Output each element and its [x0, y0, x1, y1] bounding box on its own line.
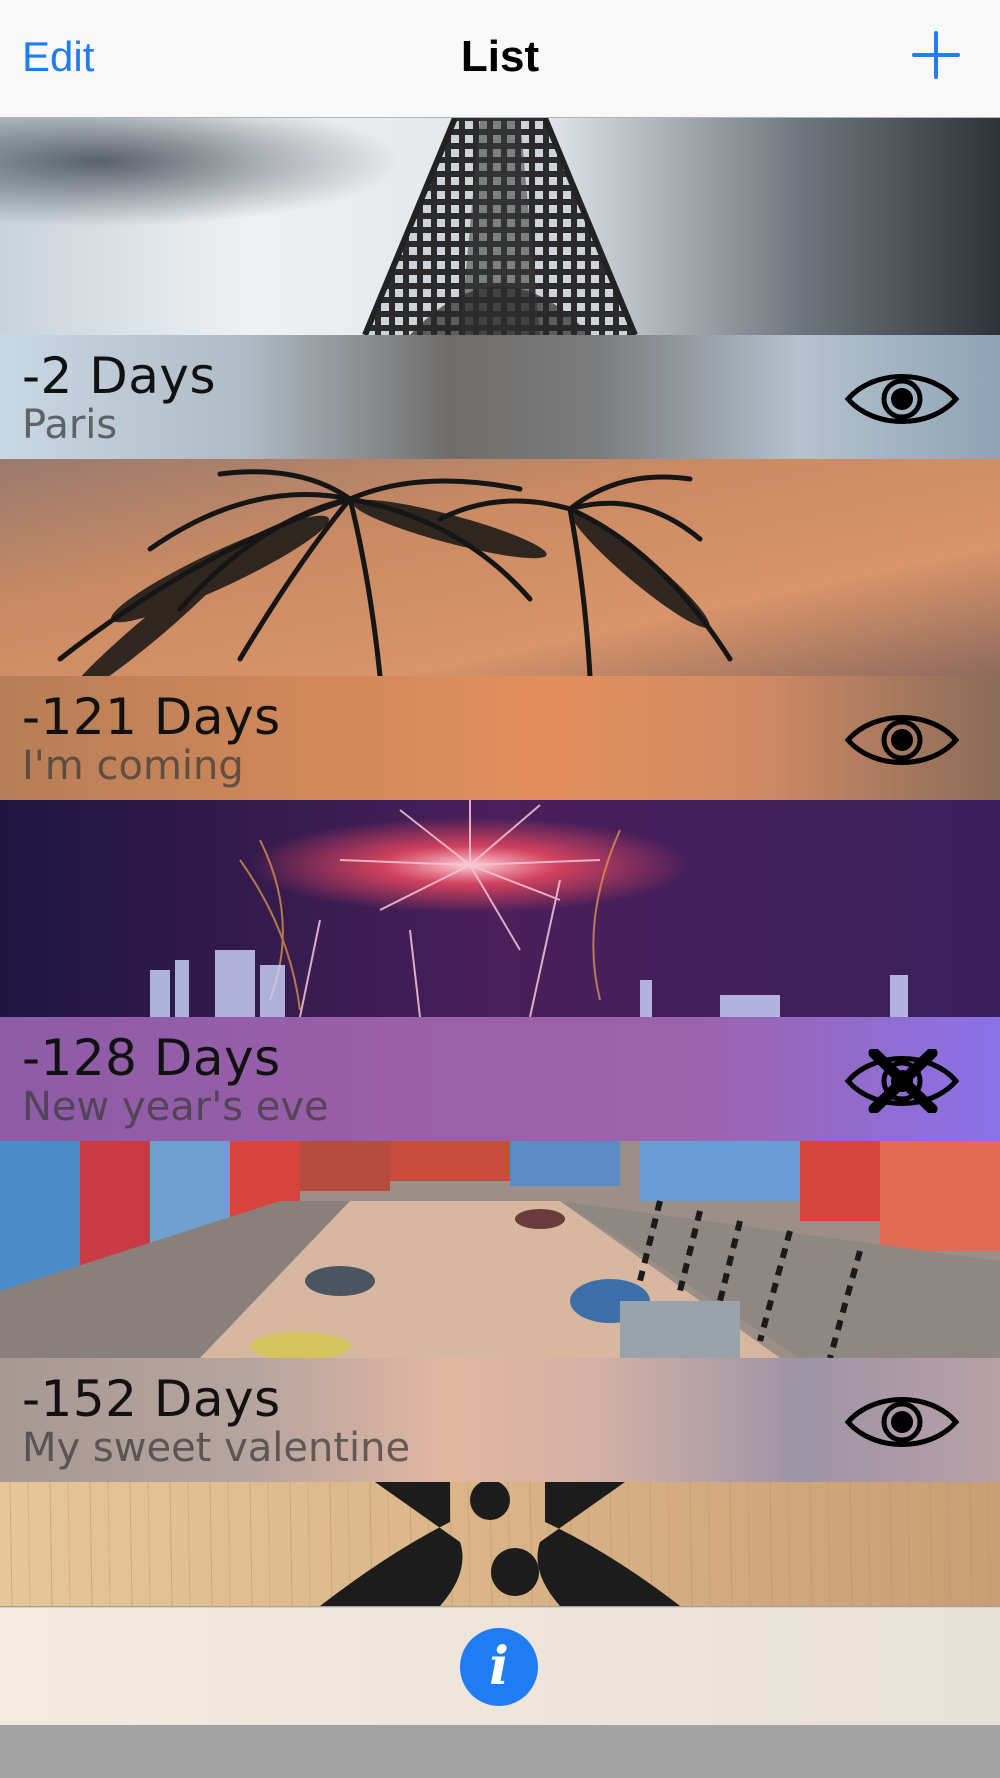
page-title: List	[460, 32, 540, 81]
fireworks-photo	[0, 800, 1000, 1017]
days-count: -152 Days	[22, 1370, 281, 1428]
list-item[interactable]	[0, 1482, 1000, 1606]
eye-icon[interactable]	[844, 708, 960, 772]
event-name: My sweet valentine	[22, 1425, 411, 1471]
eye-crossed-icon[interactable]	[844, 1049, 960, 1113]
days-count: -121 Days	[22, 688, 281, 746]
event-name: I'm coming	[22, 743, 244, 789]
event-info-band: -152 Days My sweet valentine	[0, 1358, 1000, 1482]
bottom-strip	[0, 1725, 1000, 1778]
venice-canal-photo	[0, 1141, 1000, 1358]
info-icon[interactable]: i	[460, 1628, 538, 1706]
eye-icon[interactable]	[844, 1390, 960, 1454]
navigation-bar: Edit List	[0, 0, 1000, 118]
list-item[interactable]: -152 Days My sweet valentine	[0, 1141, 1000, 1482]
event-list: -2 Days Paris -121 Days I'm coming -128 …	[0, 118, 1000, 1606]
plus-icon[interactable]	[912, 31, 960, 79]
eiffel-tower-photo	[0, 118, 1000, 335]
list-item[interactable]: -128 Days New year's eve	[0, 800, 1000, 1141]
event-info-band: -121 Days I'm coming	[0, 676, 1000, 800]
event-name: Paris	[22, 402, 118, 448]
days-count: -128 Days	[22, 1029, 281, 1087]
info-glyph: i	[489, 1636, 509, 1697]
list-item[interactable]: -121 Days I'm coming	[0, 459, 1000, 800]
event-info-band: -128 Days New year's eve	[0, 1017, 1000, 1141]
event-name: New year's eve	[22, 1084, 329, 1130]
list-item[interactable]: -2 Days Paris	[0, 118, 1000, 459]
eye-icon[interactable]	[844, 367, 960, 431]
days-count: -2 Days	[22, 347, 217, 405]
event-info-band: -2 Days Paris	[0, 335, 1000, 459]
palm-trees-photo	[0, 459, 1000, 676]
wooden-pattern-photo	[0, 1482, 1000, 1606]
bottom-toolbar: i	[0, 1607, 1000, 1725]
